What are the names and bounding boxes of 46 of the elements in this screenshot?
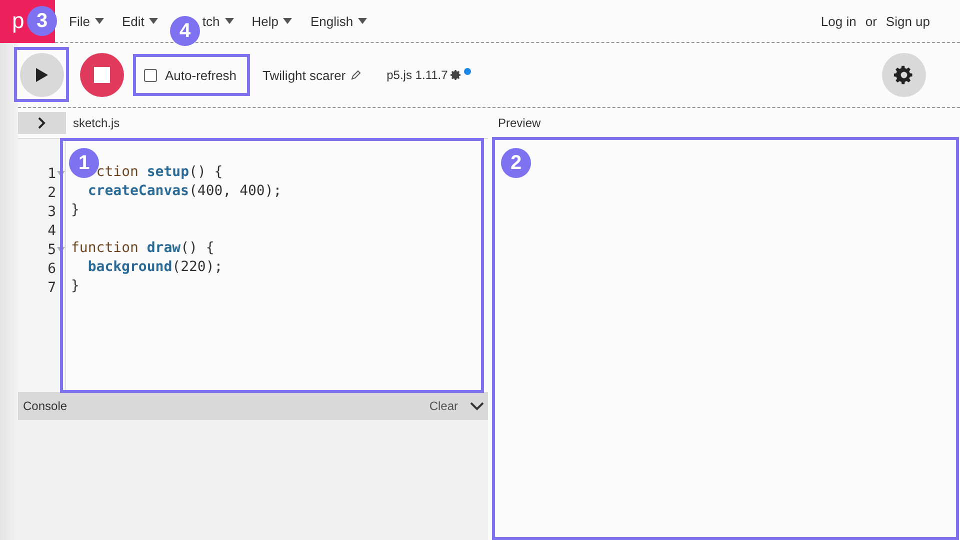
menu-item[interactable]: File xyxy=(65,14,108,28)
caret-icon xyxy=(358,18,368,24)
line-number: 1 xyxy=(48,166,56,182)
line-number: 2 xyxy=(48,184,56,200)
code-line: createCanvas(400, 400); xyxy=(88,183,282,201)
separator-text: or xyxy=(865,14,877,28)
step-badge: 4 xyxy=(170,16,200,46)
sketch-name[interactable]: Twilight scarer xyxy=(262,68,361,82)
code-line: function draw() { xyxy=(71,240,214,258)
line-number: 7 xyxy=(48,280,56,296)
pencil-icon xyxy=(350,70,361,80)
chevron-down-icon[interactable] xyxy=(470,402,484,410)
caret-icon xyxy=(149,18,158,24)
stop-icon xyxy=(94,67,110,83)
settings-icon xyxy=(893,64,915,86)
line-number: 3 xyxy=(48,204,56,220)
login-link[interactable]: Log in xyxy=(820,14,856,28)
chevron-right-icon xyxy=(38,117,46,129)
signup-link[interactable]: Sign up xyxy=(886,14,930,28)
gear-icon xyxy=(450,69,462,81)
play-button[interactable] xyxy=(20,53,64,97)
menu-item[interactable]: Edit xyxy=(118,14,162,28)
sidebar-toggle-button[interactable] xyxy=(18,112,66,134)
line-number: 4 xyxy=(48,222,56,238)
caret-icon xyxy=(283,18,292,24)
highlight-frame xyxy=(14,47,69,102)
file-tab[interactable]: sketch.js xyxy=(73,116,120,130)
code-line: } xyxy=(71,202,80,220)
code-line: ction setup() { xyxy=(96,164,223,182)
menu-item[interactable]: Help xyxy=(248,14,296,28)
preview-title: Preview xyxy=(498,116,541,130)
menu-item[interactable]: English xyxy=(306,14,372,28)
line-number: 5 xyxy=(48,242,56,258)
code-line: } xyxy=(71,278,80,296)
clear-button[interactable]: Clear xyxy=(423,398,464,414)
version-link[interactable]: p5.js 1.11.7 xyxy=(386,68,471,82)
caret-icon xyxy=(224,18,234,24)
caret-icon xyxy=(94,18,104,24)
play-icon xyxy=(35,67,49,83)
settings-button[interactable] xyxy=(882,53,926,97)
menu-item[interactable]: tch xyxy=(198,14,238,28)
console-title: Console xyxy=(23,399,68,413)
code-line: background(220); xyxy=(88,259,223,277)
auto-refresh-checkbox[interactable]: Auto-refresh xyxy=(144,68,237,82)
line-number: 6 xyxy=(48,260,56,276)
stop-button[interactable] xyxy=(80,53,124,97)
